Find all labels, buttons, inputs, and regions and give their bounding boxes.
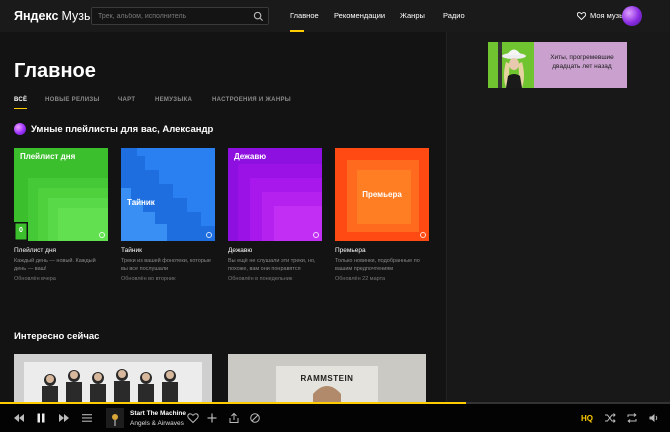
nav-main[interactable]: Главное [290,11,319,20]
track-artist[interactable]: Angels & Airwaves [130,420,184,427]
search-icon[interactable] [253,11,264,22]
share-icon[interactable] [228,412,240,424]
tab-moods-genres[interactable]: НАСТРОЕНИЯ И ЖАНРЫ [212,97,291,103]
tab-nonmusic[interactable]: НЕМУЗЫКА [155,97,192,103]
playlist-card-hideout[interactable]: Тайник [121,148,215,241]
avatar[interactable] [622,6,642,26]
previous-icon[interactable] [13,412,25,424]
hideout-cover-title: Тайник [127,198,155,207]
page-title: Главное [14,60,96,82]
playlist-card-premiere[interactable]: Премьера [335,148,429,241]
tab-all[interactable]: ВСЁ [14,97,27,103]
album-cover-1 [14,354,212,404]
play-icon[interactable] [206,232,212,238]
card-desc-dejavu: Вы ещё не слушали эти треки, но, похоже,… [228,258,316,272]
promo-banner[interactable]: Хиты, прогремевшие двадцать лет назад [488,42,627,88]
track-title[interactable]: Start The Machine [130,410,186,417]
alice-icon [14,123,26,135]
card-name-day[interactable]: Плейлист дня [14,247,56,254]
card-updated-day: Обновлён вчера [14,276,56,282]
repeat-icon[interactable] [626,412,638,424]
album-card-2[interactable]: RAMMSTEIN [228,354,426,404]
card-updated-hideout: Обновлён во вторник [121,276,176,282]
day-cover-title: Плейлист дня [20,152,76,161]
pause-icon[interactable] [35,412,47,424]
shuffle-icon[interactable] [604,412,616,424]
dejavu-cover-title: Дежавю [234,152,267,161]
play-icon[interactable] [99,232,105,238]
nav-active-indicator [290,30,304,32]
promo-text: Хиты, прогремевшие двадцать лет назад [550,54,614,70]
card-name-premiere[interactable]: Премьера [335,247,366,254]
card-name-dejavu[interactable]: Дежавю [228,247,252,254]
hq-toggle[interactable]: HQ [581,414,593,423]
card-updated-dejavu: Обновлён в понедельник [228,276,293,282]
player-bar [0,404,670,432]
volume-icon[interactable] [648,412,660,424]
nav-genres[interactable]: Жанры [400,11,425,20]
logo-yandex: Яндекс [14,9,59,23]
heart-icon[interactable] [187,412,199,424]
album-2-title: RAMMSTEIN [300,374,354,383]
card-desc-hideout: Треки из вашей фонотеки, которые вы все … [121,258,211,272]
tab-active-indicator [14,108,27,109]
search-input[interactable] [98,10,248,23]
block-icon[interactable] [249,412,261,424]
premiere-cover-title: Премьера [362,190,402,199]
interesting-title: Интересно сейчас [14,331,100,342]
card-desc-premiere: Только новинки, подобранные по вашим пре… [335,258,420,272]
heart-icon [577,11,586,20]
add-icon[interactable] [206,412,218,424]
play-icon[interactable] [313,232,319,238]
card-desc-day: Каждый день — новый. Каждый день — ваш! [14,258,96,272]
smart-playlists-title: Умные плейлисты для вас, Александр [31,123,214,135]
playlist-card-day[interactable]: Плейлист дня 0 [14,148,108,241]
card-name-hideout[interactable]: Тайник [121,247,142,254]
day-badge: 0 [19,227,23,234]
tab-new-releases[interactable]: НОВЫЕ РЕЛИЗЫ [45,97,100,103]
promo-image [488,42,534,88]
hideout-cover-pattern [121,148,215,241]
playlist-card-dejavu[interactable]: Дежавю [228,148,322,241]
tab-chart[interactable]: ЧАРТ [118,97,135,103]
smart-playlists-heading: Умные плейлисты для вас, Александр [14,123,213,135]
album-card-1[interactable] [14,354,212,404]
nav-radio[interactable]: Радио [443,11,465,20]
queue-icon[interactable] [81,412,93,424]
nav-recommendations[interactable]: Рекомендации [334,11,385,20]
play-icon[interactable] [420,232,426,238]
search-box[interactable] [91,7,269,25]
card-updated-premiere: Обновлён 22 марта [335,276,386,282]
next-icon[interactable] [58,412,70,424]
current-track-cover[interactable] [106,408,124,428]
interesting-heading: Интересно сейчас [14,331,99,342]
